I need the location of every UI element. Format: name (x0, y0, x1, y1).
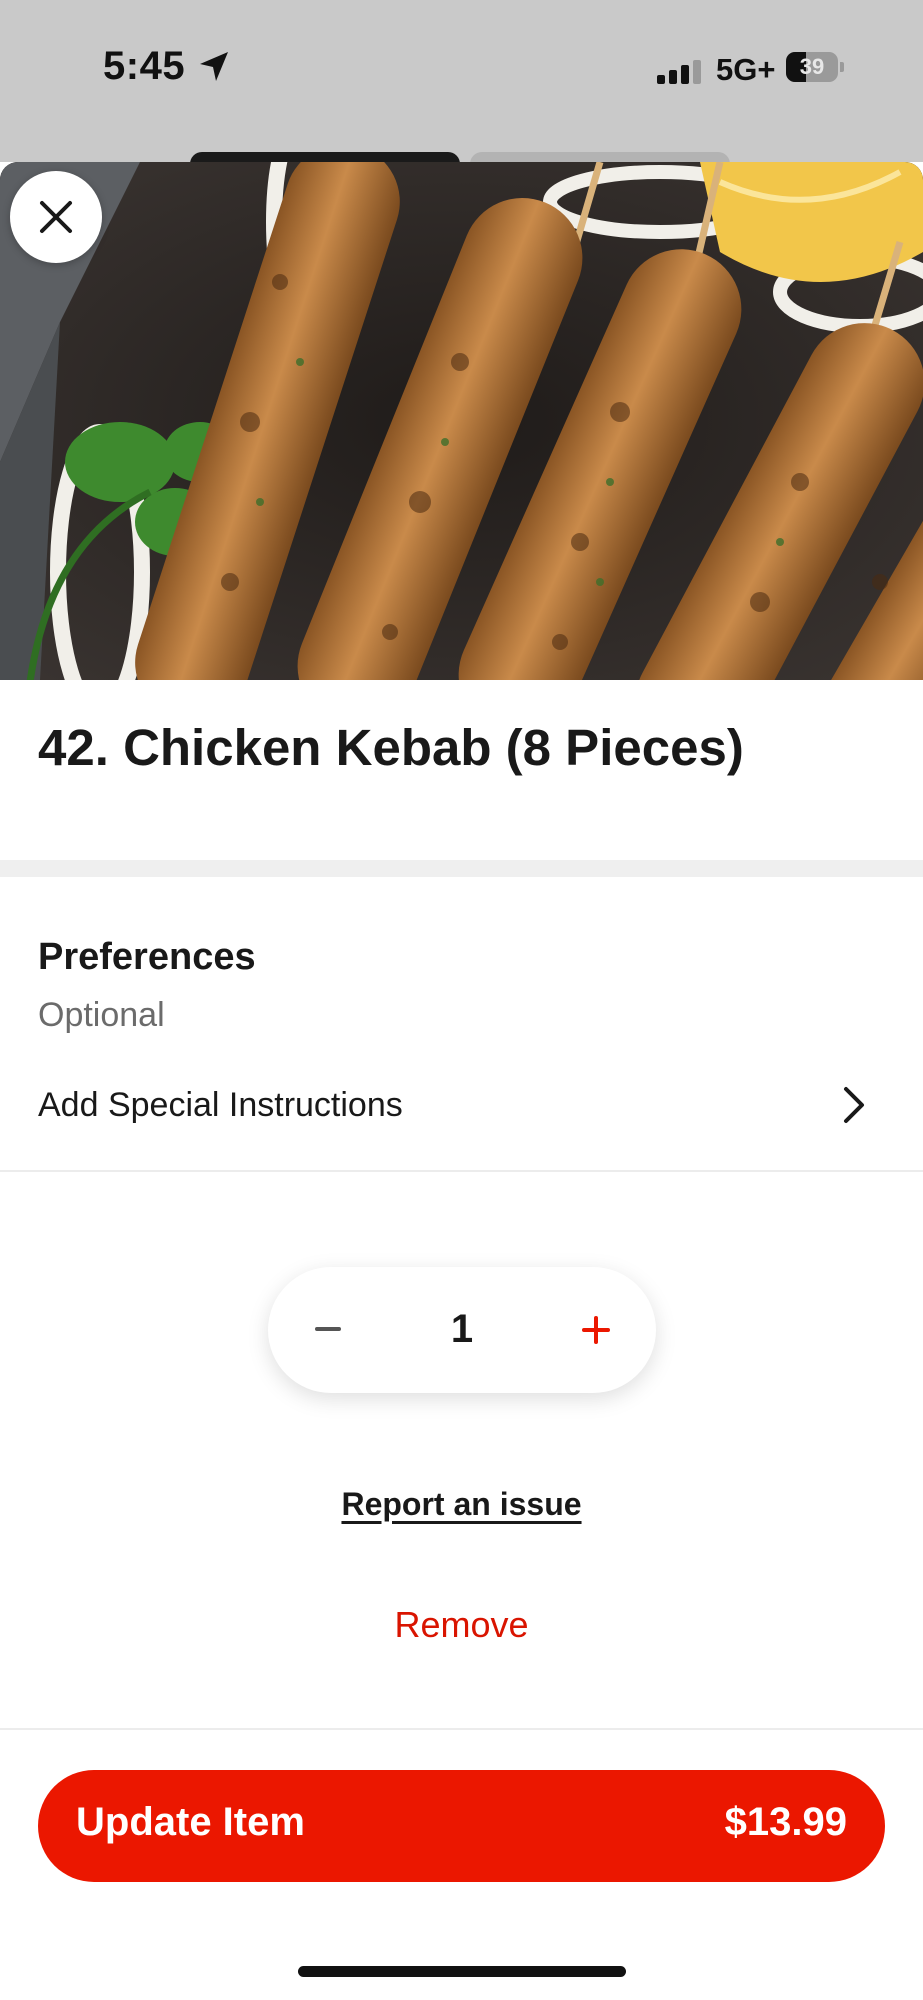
minus-icon (315, 1327, 341, 1331)
battery-level: 39 (799, 54, 825, 79)
section-divider (0, 1170, 923, 1172)
kebab-photo-illustration (0, 162, 923, 680)
update-item-button[interactable]: Update Item $13.99 (38, 1770, 885, 1882)
signal-bars-icon (657, 60, 701, 84)
status-time: 5:45 (103, 44, 186, 88)
preferences-heading: Preferences (38, 936, 256, 978)
network-type: 5G+ (716, 52, 776, 87)
section-divider (0, 860, 923, 877)
report-issue-container: Report an issue (0, 1486, 923, 1523)
preferences-optional-label: Optional (38, 996, 165, 1034)
chevron-right-icon (844, 1087, 864, 1123)
decrease-quantity-button[interactable] (298, 1300, 358, 1360)
increase-quantity-button[interactable] (566, 1300, 626, 1360)
remove-button[interactable]: Remove (394, 1604, 528, 1645)
report-issue-link[interactable]: Report an issue (341, 1486, 581, 1522)
footer-divider (0, 1728, 923, 1730)
close-button[interactable] (10, 171, 102, 263)
quantity-stepper: 1 (268, 1267, 656, 1393)
add-special-instructions-row[interactable]: Add Special Instructions (0, 1068, 923, 1142)
close-icon (40, 201, 72, 233)
special-instructions-label: Add Special Instructions (38, 1086, 403, 1124)
item-hero-image (0, 162, 923, 680)
location-arrow-icon (200, 52, 228, 81)
status-bar: 5:45 5G+ 39 (0, 0, 923, 162)
battery-icon: 39 (786, 52, 846, 82)
remove-container: Remove (0, 1604, 923, 1646)
update-item-label: Update Item (76, 1800, 305, 1844)
plus-icon (582, 1316, 610, 1344)
quantity-value: 1 (450, 1307, 474, 1351)
item-price: $13.99 (724, 1800, 847, 1844)
item-title: 42. Chicken Kebab (8 Pieces) (38, 719, 744, 776)
home-indicator[interactable] (298, 1966, 626, 1977)
